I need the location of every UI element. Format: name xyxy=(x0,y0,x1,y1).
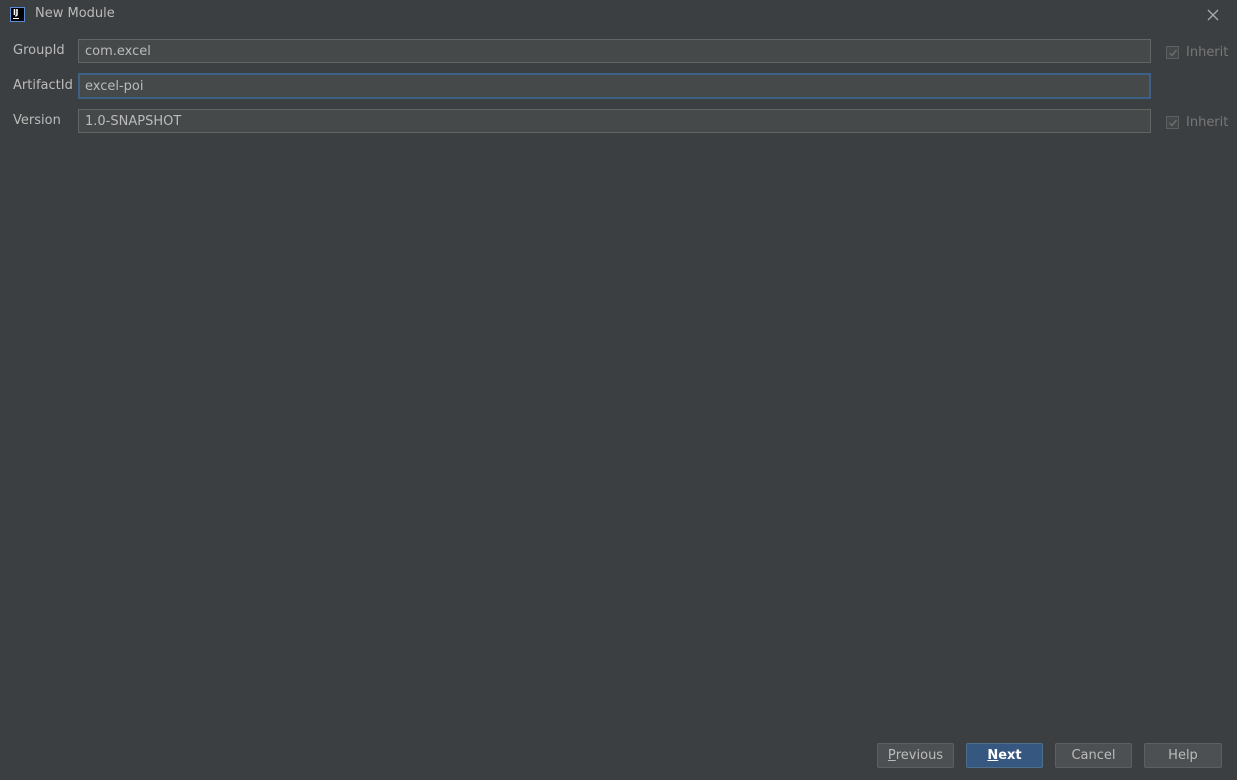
version-inherit-label: Inherit xyxy=(1186,114,1229,130)
intellij-idea-icon: IJ xyxy=(10,7,25,22)
close-icon[interactable] xyxy=(1205,7,1221,23)
version-row: Version Inherit xyxy=(0,109,1237,135)
group-id-inherit-checkbox[interactable]: Inherit xyxy=(1166,43,1228,61)
new-module-dialog: IJ New Module GroupId Inherit ArtifactId xyxy=(0,0,1237,780)
next-button[interactable]: Next xyxy=(966,743,1043,768)
cancel-button[interactable]: Cancel xyxy=(1055,743,1132,768)
artifact-id-field[interactable] xyxy=(78,73,1151,99)
group-id-inherit-label: Inherit xyxy=(1186,44,1229,60)
artifact-id-label: ArtifactId xyxy=(13,78,73,93)
dialog-title: New Module xyxy=(35,6,115,21)
help-button[interactable]: Help xyxy=(1144,743,1222,768)
group-id-row: GroupId Inherit xyxy=(0,39,1237,65)
version-label: Version xyxy=(13,113,61,128)
title-bar: IJ New Module xyxy=(0,0,1237,30)
checkbox-checked-icon xyxy=(1166,115,1179,129)
group-id-field[interactable] xyxy=(78,39,1151,63)
group-id-label: GroupId xyxy=(13,43,65,58)
version-field[interactable] xyxy=(78,109,1151,133)
version-inherit-checkbox[interactable]: Inherit xyxy=(1166,113,1228,131)
artifact-id-row: ArtifactId xyxy=(0,73,1237,100)
checkbox-checked-icon xyxy=(1166,45,1179,59)
previous-button[interactable]: Previous xyxy=(877,743,954,768)
